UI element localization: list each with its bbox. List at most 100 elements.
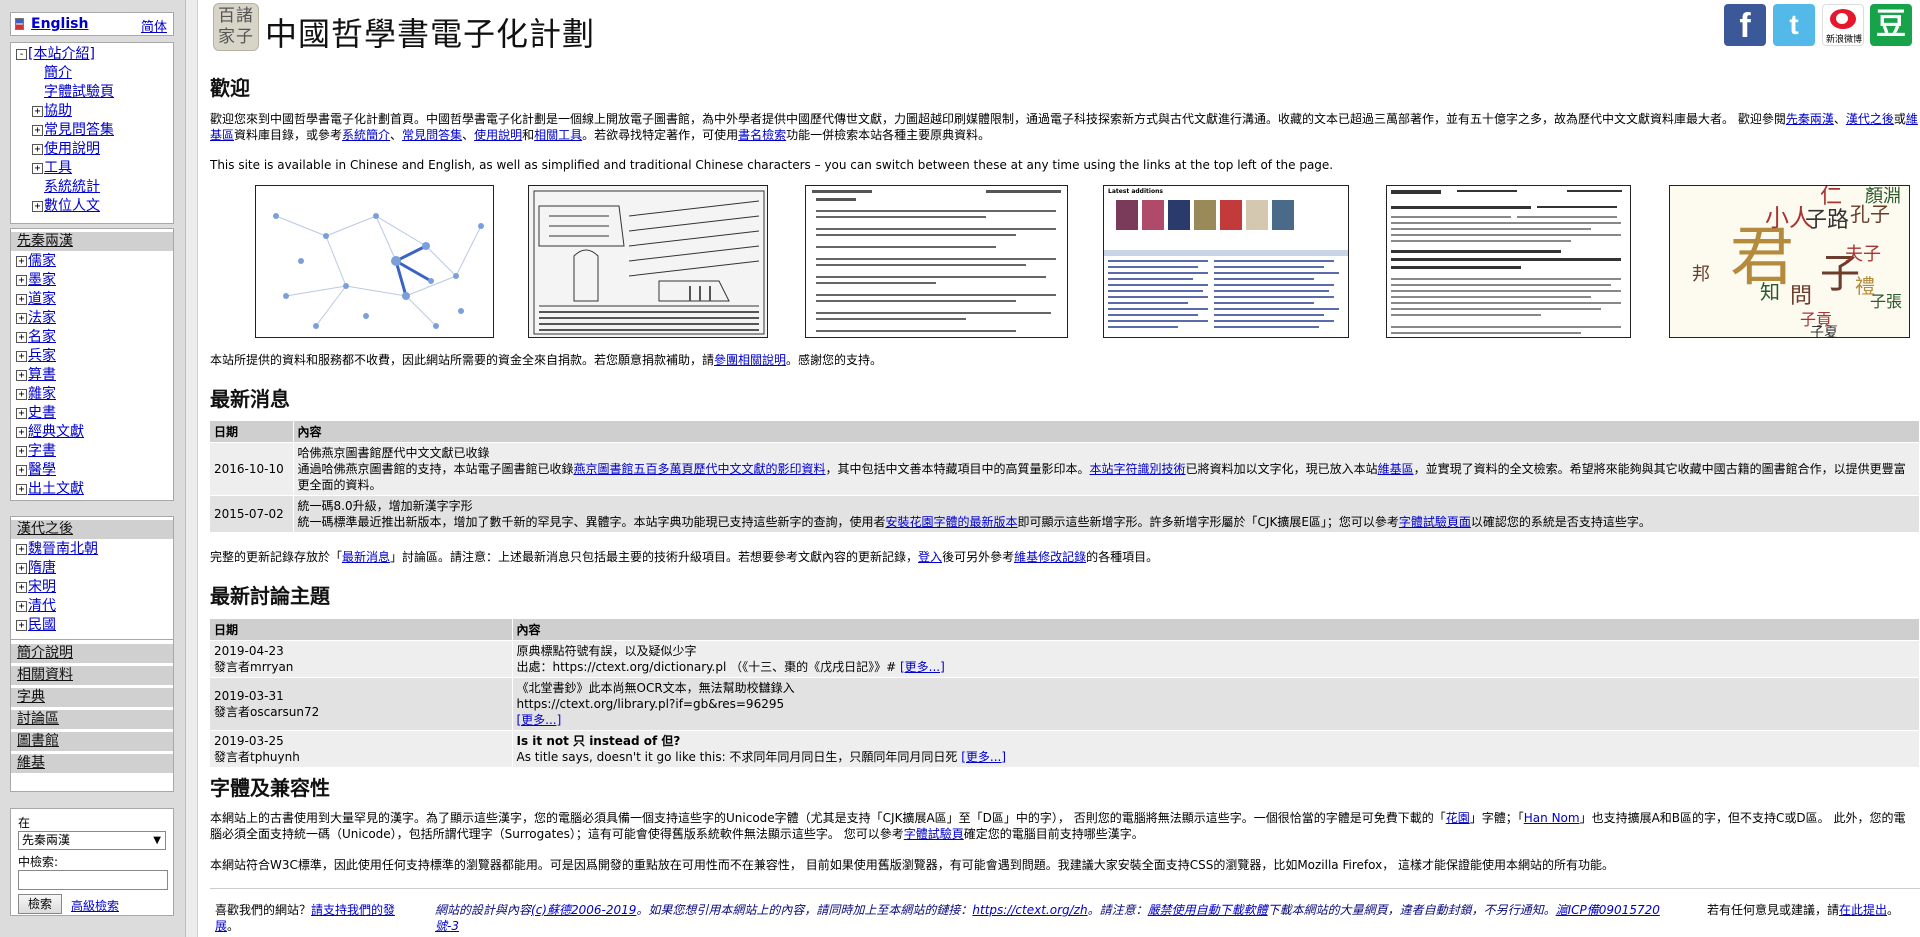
link-pre-qin[interactable]: 先秦兩漢 (1786, 112, 1834, 126)
sidebar-item[interactable]: 協助 (44, 103, 72, 119)
donation-link[interactable]: 參團相關說明 (714, 353, 786, 367)
sidebar-item[interactable]: 出土文獻 (28, 481, 84, 497)
post-han-header[interactable]: 漢代之後 (11, 520, 173, 539)
site-logo[interactable]: 百諸家子 (213, 3, 259, 51)
expand-icon[interactable]: + (16, 331, 27, 343)
link-faq[interactable]: 常見問答集 (402, 128, 462, 142)
wiki-changes-link[interactable]: 維基修改記錄 (1014, 550, 1086, 564)
advanced-search-link[interactable]: 高級檢索 (71, 897, 119, 914)
more-link[interactable]: [更多...] (961, 750, 1006, 764)
no-auto-download-link[interactable]: 嚴禁使用自動下載軟體 (1148, 903, 1268, 917)
expand-icon[interactable]: + (16, 581, 27, 593)
more-link[interactable]: [更多...] (517, 713, 562, 727)
expand-icon[interactable]: + (16, 255, 27, 267)
link-tools[interactable]: 相關工具 (534, 128, 582, 142)
han-nom-font-link[interactable]: Han Nom (1524, 811, 1580, 825)
sidebar-item[interactable]: 兵家 (28, 348, 56, 364)
feedback-link[interactable]: 在此提出 (1839, 903, 1887, 917)
sidebar-item[interactable]: 儒家 (28, 253, 56, 269)
expand-icon[interactable]: + (16, 312, 27, 324)
sidebar-item[interactable]: 字書 (28, 443, 56, 459)
search-scope-select[interactable]: 先秦兩漢 ▼ (18, 831, 166, 850)
expand-icon[interactable]: + (16, 464, 27, 476)
sidebar-item[interactable]: 雜家 (28, 386, 56, 402)
weibo-icon[interactable]: 新浪微博 (1822, 4, 1864, 46)
sidebar-item[interactable]: 字體試驗頁 (44, 84, 114, 100)
expand-icon[interactable]: + (32, 124, 43, 136)
copyright-link[interactable]: (c)蘇德2006-2019 (531, 903, 636, 917)
expand-icon[interactable]: + (32, 162, 43, 174)
sidebar-item[interactable]: 隋唐 (28, 560, 56, 576)
sidebar-link[interactable]: 簡介說明 (11, 644, 173, 663)
expand-icon[interactable]: + (16, 600, 27, 612)
thumbnail-dictionary-entry[interactable] (1386, 185, 1631, 338)
expand-icon[interactable]: + (16, 350, 27, 362)
news-link[interactable]: 本站字符識別技術 (1090, 462, 1186, 476)
sidebar-item[interactable]: 工具 (44, 160, 72, 176)
expand-icon[interactable]: + (16, 388, 27, 400)
facebook-icon[interactable]: f (1724, 4, 1766, 46)
douban-icon[interactable]: 豆 (1870, 4, 1912, 46)
sidebar-item[interactable]: 魏晉南北朝 (28, 541, 98, 557)
sidebar-link[interactable]: 討論區 (11, 710, 173, 729)
expand-icon[interactable]: + (16, 274, 27, 286)
sidebar-link[interactable]: 相關資料 (11, 666, 173, 685)
expand-icon[interactable]: + (16, 445, 27, 457)
sidebar-link[interactable]: 圖書館 (11, 732, 173, 751)
thumbnail-woodblock-illustration[interactable] (528, 185, 768, 338)
expand-icon[interactable]: + (32, 105, 43, 117)
expand-icon[interactable]: + (16, 619, 27, 631)
sidebar-item[interactable]: 算書 (28, 367, 56, 383)
twitter-icon[interactable]: t (1773, 4, 1815, 46)
pre-qin-header[interactable]: 先秦兩漢 (11, 232, 173, 251)
link-instructions[interactable]: 使用說明 (474, 128, 522, 142)
collapse-icon[interactable]: - (16, 48, 27, 60)
search-button[interactable]: 檢索 (18, 894, 62, 914)
sidebar-item[interactable]: 史書 (28, 405, 56, 421)
link-title-search[interactable]: 書名檢索 (738, 128, 786, 142)
expand-icon[interactable]: + (16, 562, 27, 574)
thumbnail-network-graph[interactable] (255, 185, 494, 338)
sidebar-item[interactable]: 清代 (28, 598, 56, 614)
news-link[interactable]: 維基區 (1378, 462, 1414, 476)
sidebar-item[interactable]: 使用說明 (44, 141, 100, 157)
login-link[interactable]: 登入 (918, 550, 942, 564)
sidebar-item[interactable]: 道家 (28, 291, 56, 307)
thumbnail-text-page[interactable] (805, 185, 1068, 338)
hanazono-font-link[interactable]: 花園 (1446, 811, 1470, 825)
sidebar-link[interactable]: 維基 (11, 754, 173, 773)
expand-icon[interactable]: + (32, 143, 43, 155)
expand-icon[interactable]: + (16, 407, 27, 419)
expand-icon[interactable]: + (16, 293, 27, 305)
sidebar-item[interactable]: 墨家 (28, 272, 56, 288)
sidebar-item[interactable]: 系統統計 (44, 179, 100, 195)
sidebar-link[interactable]: 字典 (11, 688, 173, 707)
sidebar-item[interactable]: 宋明 (28, 579, 56, 595)
thumbnail-latest-additions[interactable]: Latest additions (1103, 185, 1349, 338)
news-link[interactable]: 燕京圖書館五百多萬頁歷代中文文獻的影印資料 (574, 462, 826, 476)
sidebar-item[interactable]: 名家 (28, 329, 56, 345)
expand-icon[interactable]: + (16, 426, 27, 438)
expand-icon[interactable]: + (16, 483, 27, 495)
english-link[interactable]: English (31, 16, 88, 32)
expand-icon[interactable]: + (32, 200, 43, 212)
sidebar-item[interactable]: 數位人文 (44, 198, 100, 214)
sidebar-item[interactable]: 民國 (28, 617, 56, 633)
expand-icon[interactable]: + (16, 543, 27, 555)
sidebar-item[interactable]: 法家 (28, 310, 56, 326)
simplified-link[interactable]: 简体 (141, 16, 167, 35)
font-test-link[interactable]: 字體試驗頁 (904, 827, 964, 841)
news-link[interactable]: 安裝花園字體的最新版本 (886, 515, 1018, 529)
sidebar-item[interactable]: 醫學 (28, 462, 56, 478)
expand-icon[interactable]: + (16, 369, 27, 381)
more-link[interactable]: [更多...] (900, 660, 945, 674)
search-input[interactable] (18, 870, 168, 890)
sidebar-item[interactable]: 簡介 (44, 65, 72, 81)
link-post-han[interactable]: 漢代之後 (1846, 112, 1894, 126)
site-url-link[interactable]: https://ctext.org/zh (972, 903, 1087, 917)
intro-header-link[interactable]: [本站介紹] (28, 46, 95, 62)
sidebar-item[interactable]: 經典文獻 (28, 424, 84, 440)
link-system-intro[interactable]: 系統簡介 (342, 128, 390, 142)
sidebar-item[interactable]: 常見問答集 (44, 122, 114, 138)
news-forum-link[interactable]: 最新消息 (342, 550, 390, 564)
